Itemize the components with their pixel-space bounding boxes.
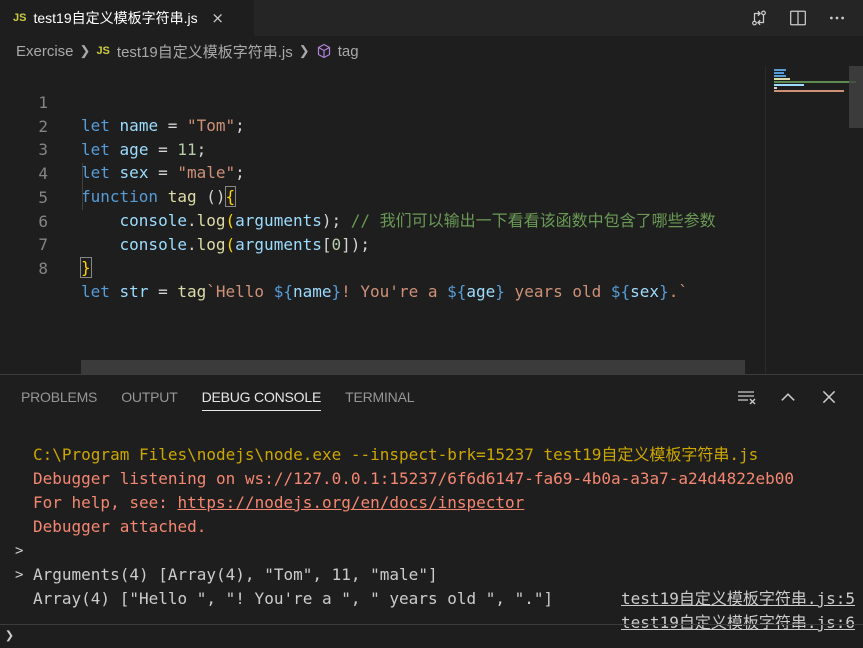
code-editor[interactable]: 1 let name = "Tom"; 2 let age = 11; 3 le… <box>0 66 863 374</box>
tab-title: test19自定义模板字符串.js <box>33 10 198 26</box>
code-line: 4 function tag (){ <box>0 138 760 207</box>
clear-console-icon[interactable] <box>734 385 759 410</box>
console-output-arguments[interactable]: Arguments(4) [Array(4), "Tom", 11, "male… <box>33 563 438 587</box>
chevron-right-icon: ❯ <box>298 43 310 58</box>
split-editor-icon[interactable] <box>785 6 810 31</box>
tab-output[interactable]: OUTPUT <box>121 375 178 419</box>
console-output-array[interactable]: Array(4) ["Hello ", "! You're a ", " yea… <box>33 587 553 611</box>
code-line: 2 let age = 11; <box>0 91 760 160</box>
bottom-panel: PROBLEMS OUTPUT DEBUG CONSOLE TERMINAL C… <box>0 374 863 648</box>
code-line: 1 let name = "Tom"; <box>0 67 760 136</box>
more-actions-icon[interactable] <box>824 6 849 31</box>
line-number: 8 <box>38 258 48 278</box>
panel-actions <box>734 375 841 419</box>
close-panel-icon[interactable] <box>816 385 841 410</box>
console-line[interactable]: > Arguments(4) [Array(4), "Tom", 11, "ma… <box>0 515 863 608</box>
chevron-right-icon: ❯ <box>79 43 91 58</box>
console-line[interactable]: > Array(4) ["Hello ", "! You're a ", " y… <box>0 539 863 632</box>
editor-tab-bar: JS test19自定义模板字符串.js × <box>0 0 863 36</box>
tab-terminal[interactable]: TERMINAL <box>345 375 414 419</box>
panel-tab-bar: PROBLEMS OUTPUT DEBUG CONSOLE TERMINAL <box>21 375 414 419</box>
editor-actions <box>746 0 849 36</box>
code-line: 7 } <box>0 209 760 278</box>
breadcrumb-symbol[interactable]: tag <box>338 43 359 60</box>
chevron-right-icon[interactable]: > <box>15 563 23 587</box>
breadcrumb-file[interactable]: test19自定义模板字符串.js <box>117 41 293 62</box>
tab-problems[interactable]: PROBLEMS <box>21 375 97 419</box>
console-line: C:\Program Files\nodejs\node.exe --inspe… <box>0 419 863 464</box>
vertical-scrollbar[interactable] <box>849 66 863 128</box>
js-file-icon: JS <box>96 45 110 57</box>
debug-console-output: C:\Program Files\nodejs\node.exe --inspe… <box>0 419 863 632</box>
close-icon[interactable]: × <box>210 9 226 27</box>
maximize-panel-icon[interactable] <box>775 385 800 410</box>
minimap[interactable] <box>765 66 863 374</box>
console-line: Debugger attached. <box>0 491 863 536</box>
breadcrumb-folder[interactable]: Exercise <box>16 43 74 60</box>
code-line: 6 console.log(arguments[0]); <box>0 186 760 255</box>
breadcrumb: Exercise ❯ JS test19自定义模板字符串.js ❯ tag <box>0 36 863 66</box>
editor-tab-test19[interactable]: JS test19自定义模板字符串.js × <box>0 0 254 36</box>
symbol-method-icon <box>316 43 332 59</box>
source-link[interactable]: test19自定义模板字符串.js:5 <box>621 587 855 611</box>
tab-debug-console[interactable]: DEBUG CONSOLE <box>201 375 321 419</box>
console-line: Debugger listening on ws://127.0.0.1:152… <box>0 443 863 488</box>
open-changes-icon[interactable] <box>746 6 771 31</box>
js-file-icon: JS <box>13 12 27 24</box>
code-line: 8 let str = tag`Hello ${name}! You're a … <box>0 233 760 302</box>
prompt-chevron-icon: ❯ <box>5 626 15 644</box>
code-line: 5 console.log(arguments); // 我们可以输出一下看看该… <box>0 162 760 231</box>
console-input[interactable]: ❯ <box>0 624 863 648</box>
horizontal-scrollbar[interactable] <box>81 360 745 374</box>
code-line: 3 let sex = "male"; <box>0 114 760 183</box>
console-line: For help, see: https://nodejs.org/en/doc… <box>0 467 863 512</box>
